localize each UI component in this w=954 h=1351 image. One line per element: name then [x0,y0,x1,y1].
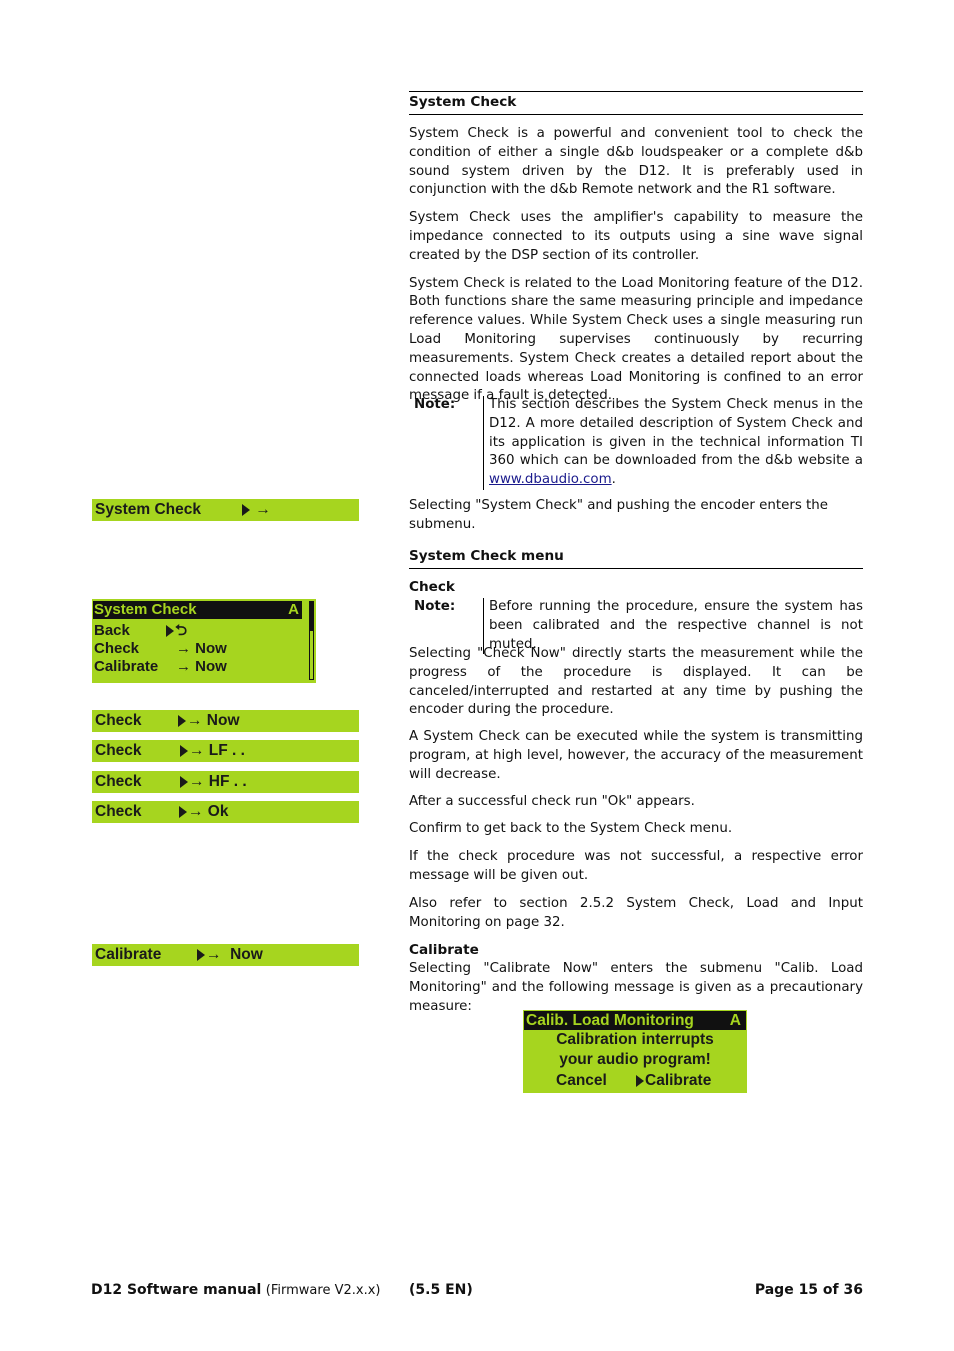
cursor-triangle-icon [180,776,188,788]
select-text: Selecting "System Check" and pushing the… [409,498,829,532]
cursor-triangle-icon [178,715,186,727]
lcd-calibrate-option: Calibrate [636,1071,711,1092]
lcd-value-text: → Now [187,712,240,729]
lcd-row-value: → Now [176,658,227,675]
lcd-value-text: → LF . . [189,742,245,759]
lcd-menu-row-calibrate: Calibrate → Now [94,658,227,676]
lcd-system-check-entry: System Check → [92,499,359,521]
top-rule [409,91,863,92]
lcd-menu-row-back: Back ⮌ [94,622,187,640]
lcd-label: Calibrate [95,946,162,963]
note-body: This section describes the System Check … [489,397,863,469]
paragraph: Selecting "Calibrate Now" enters the sub… [409,961,863,1014]
lcd-label: Check [95,773,142,790]
check-heading: Check [409,578,863,597]
lcd-value: → Now [197,944,263,966]
note-text: This section describes the System Check … [483,396,863,490]
cursor-triangle-icon [166,625,174,637]
footer-manual: D12 Software manual (Firmware V2.x.x) [91,1282,380,1298]
lcd-row-label: Back [94,622,130,639]
lcd-menu-title-bar: System Check A [93,601,302,619]
note-box: Note: This section describes the System … [409,396,863,490]
lcd-check-state: Check → LF . . [92,740,359,762]
cursor-triangle-icon [636,1075,644,1087]
paragraph: System Check uses the amplifier's capabi… [409,210,863,263]
paragraph: Also refer to section 2.5.2 System Check… [409,895,863,930]
check-text: Selecting "Check Now" directly starts th… [409,645,863,1017]
paragraph: After a successful check run "Ok" appear… [409,793,695,809]
lcd-label: Check [95,742,142,759]
lcd-label: Check [95,712,142,729]
section-heading-system-check: System Check [409,94,863,115]
arrow-right-icon: → [255,501,271,518]
lcd-label: Check [95,803,142,820]
lcd-value: → Now [178,710,240,732]
paragraph: Selecting "Check Now" directly starts th… [409,646,863,718]
lcd-calibration-dialog: Calib. Load Monitoring A Calibration int… [523,1010,747,1093]
lcd-row-label: Check [94,640,140,657]
paragraph: If the check procedure was not successfu… [409,849,863,883]
lcd-row-label: Calibrate [94,658,159,675]
lcd-value-text: → HF . . [189,773,247,790]
lcd-scrollbar [309,601,314,680]
lcd-check-state: Check → Now [92,710,359,732]
lcd-value: → [242,499,271,521]
lcd-value-text: → Now [206,946,263,963]
paragraph: System Check is related to the Load Moni… [409,275,863,404]
lcd-channel-label: A [288,601,299,618]
paragraph: System Check is a powerful and convenien… [409,126,863,198]
cursor-triangle-icon [179,806,187,818]
lcd-system-check-menu: System Check A Back ⮌ Check → Now Calibr… [92,599,316,683]
paragraph: A System Check can be executed while the… [409,729,863,782]
lcd-dialog-line-1: Calibration interrupts [556,1031,714,1048]
lcd-value: → Ok [179,801,228,823]
lcd-label: System Check [95,501,201,518]
subheading-check: Check [409,579,455,595]
lcd-row-value: → Now [176,640,227,657]
cursor-triangle-icon [197,949,205,961]
website-link[interactable]: www.dbaudio.com [489,472,612,487]
note-end: . [611,472,616,488]
footer-page-number: Page 15 of 36 [755,1282,863,1298]
cursor-triangle-icon [242,504,250,516]
lcd-dialog-title: Calib. Load Monitoring [526,1012,694,1029]
footer-version-text: (5.5 EN) [409,1282,473,1298]
lcd-cancel-option: Cancel [556,1072,607,1089]
lcd-menu-title: System Check [94,601,197,618]
subheading-calibrate: Calibrate [409,942,479,959]
footer-manual-title: D12 Software manual [91,1282,262,1298]
lcd-channel-label: A [729,1012,741,1029]
back-arrow-icon: ⮌ [175,622,188,639]
lcd-value: → LF . . [180,740,245,762]
lcd-calibrate-label: Calibrate [645,1072,712,1089]
paragraph: Confirm to get back to the System Check … [409,821,733,837]
section-heading-system-check-menu: System Check menu [409,548,863,569]
lcd-row-value: ⮌ [166,622,187,640]
lcd-check-state: Check → HF . . [92,771,359,793]
lcd-scrollbar-thumb [310,602,313,632]
lcd-dialog-title-bar: Calib. Load Monitoring A [524,1011,746,1030]
cursor-triangle-icon [180,745,188,757]
footer-page-text: Page 15 of 36 [754,1282,863,1298]
note-label: Note: [414,397,456,412]
footer-version: (5.5 EN) [409,1282,473,1298]
lcd-dialog-line-2: your audio program! [559,1051,711,1068]
lcd-value: → HF . . [180,771,247,793]
intro-text: System Check is a powerful and convenien… [409,125,863,406]
lcd-check-state: Check → Ok [92,801,359,823]
lcd-calibrate-entry: Calibrate → Now [92,944,359,966]
lcd-value-text: → Ok [188,803,229,820]
lcd-menu-row-check: Check → Now [94,640,227,658]
footer-firmware: (Firmware V2.x.x) [265,1283,381,1298]
